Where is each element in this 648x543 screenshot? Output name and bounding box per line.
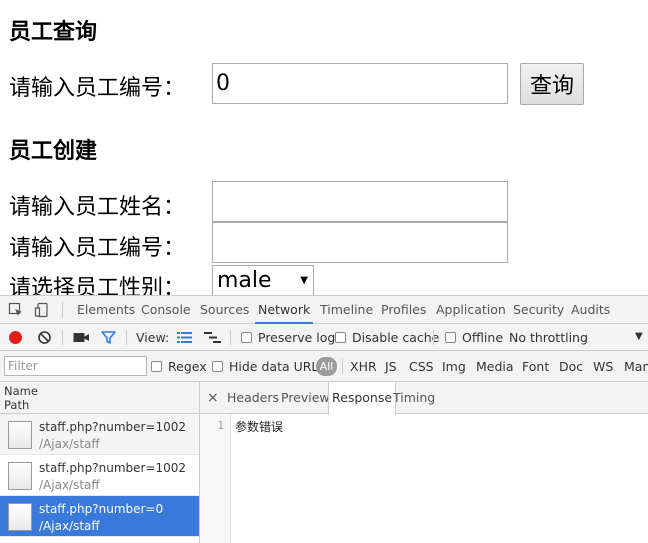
request-name: staff.php?number=0: [39, 502, 164, 516]
tab-timeline[interactable]: Timeline: [317, 296, 376, 324]
tab-elements[interactable]: Elements: [74, 296, 138, 324]
requests-column-header[interactable]: Name Path: [0, 382, 199, 414]
detail-tab-headers[interactable]: Headers: [224, 382, 282, 414]
devtools-panel: Elements Console Sources Network Timelin…: [0, 295, 648, 543]
clear-icon[interactable]: [37, 330, 52, 348]
preserve-log-checkbox[interactable]: [241, 332, 252, 343]
filter-type-ws[interactable]: WS: [593, 359, 613, 374]
filter-type-all[interactable]: All: [316, 357, 337, 376]
document-icon: [8, 462, 32, 490]
tab-sources[interactable]: Sources: [197, 296, 252, 324]
filter-separator: [342, 359, 343, 374]
throttling-select[interactable]: No throttling: [509, 330, 588, 345]
disable-cache-label: Disable cache: [352, 330, 440, 345]
document-icon: [8, 421, 32, 449]
record-icon[interactable]: [9, 331, 22, 344]
requests-list: Name Path staff.php?number=1002 /Ajax/st…: [0, 382, 200, 543]
offline-checkbox[interactable]: [445, 332, 456, 343]
inspect-element-icon[interactable]: [8, 302, 24, 318]
name-input[interactable]: [212, 181, 508, 222]
tab-separator: [62, 302, 63, 318]
filter-type-js[interactable]: JS: [385, 359, 397, 374]
dropdown-arrow-icon: ▼: [300, 275, 308, 286]
tab-network[interactable]: Network: [255, 296, 314, 324]
request-name: staff.php?number=1002: [39, 420, 187, 434]
create-number-input[interactable]: [212, 222, 508, 263]
gender-select[interactable]: male ▼: [212, 265, 314, 296]
regex-label: Regex: [168, 359, 207, 374]
query-number-label: 请输入员工编号：: [9, 76, 186, 101]
overview-icon[interactable]: [204, 331, 221, 347]
tab-console[interactable]: Console: [138, 296, 194, 324]
devtools-tab-bar: Elements Console Sources Network Timelin…: [0, 296, 648, 324]
filter-input[interactable]: [4, 356, 147, 376]
filter-icon[interactable]: [101, 330, 116, 348]
throttling-dropdown-icon[interactable]: ▼: [635, 331, 643, 342]
request-path: /Ajax/staff: [39, 478, 100, 492]
toolbar-separator: [62, 330, 63, 345]
regex-checkbox[interactable]: [151, 361, 162, 372]
response-body[interactable]: 参数错误: [235, 418, 283, 435]
disable-cache-checkbox[interactable]: [335, 332, 346, 343]
line-number: 1: [217, 419, 224, 432]
create-number-label: 请输入员工编号：: [9, 236, 186, 261]
capture-screenshots-icon[interactable]: [73, 331, 90, 347]
gender-label: 请选择员工性别：: [9, 276, 186, 296]
hide-data-urls-label: Hide data URLs: [229, 359, 325, 374]
name-label: 请输入员工姓名：: [9, 195, 186, 220]
filter-type-media[interactable]: Media: [476, 359, 514, 374]
filter-type-img[interactable]: Img: [442, 359, 466, 374]
query-heading: 员工查询: [9, 19, 98, 45]
device-toolbar-icon[interactable]: [34, 302, 50, 318]
request-path: /Ajax/staff: [39, 437, 100, 451]
tab-profiles[interactable]: Profiles: [378, 296, 429, 324]
toolbar-separator: [126, 330, 127, 345]
tab-audits[interactable]: Audits: [568, 296, 613, 324]
document-icon: [8, 503, 32, 531]
query-number-input[interactable]: [212, 63, 508, 104]
preserve-log-label: Preserve log: [258, 330, 336, 345]
detail-tab-response[interactable]: Response: [328, 382, 397, 415]
tab-security[interactable]: Security: [510, 296, 567, 324]
hide-data-urls-checkbox[interactable]: [212, 361, 223, 372]
view-label: View:: [136, 330, 170, 345]
request-row[interactable]: staff.php?number=1002 /Ajax/staff: [0, 414, 199, 455]
detail-tab-preview[interactable]: Preview: [278, 382, 333, 414]
toolbar-separator: [433, 330, 434, 345]
gender-selected-value: male: [217, 268, 272, 293]
web-page: 员工查询 请输入员工编号： 查询 员工创建 请输入员工姓名： 请输入员工编号： …: [0, 0, 648, 296]
request-row-selected[interactable]: staff.php?number=0 /Ajax/staff: [0, 496, 199, 537]
request-detail-pane: × Headers Preview Response Timing 1 参数错误: [200, 382, 648, 543]
request-path: /Ajax/staff: [39, 519, 100, 533]
offline-label: Offline: [462, 330, 504, 345]
filter-type-doc[interactable]: Doc: [559, 359, 583, 374]
detail-tab-timing[interactable]: Timing: [390, 382, 438, 414]
large-rows-icon[interactable]: [177, 331, 192, 347]
line-number-gutter: 1: [200, 414, 231, 543]
filter-bar: Regex Hide data URLs All XHR JS CSS Img …: [0, 351, 648, 382]
detail-tab-bar: × Headers Preview Response Timing: [200, 382, 648, 415]
filter-type-xhr[interactable]: XHR: [350, 359, 377, 374]
close-icon[interactable]: ×: [204, 382, 222, 414]
request-name: staff.php?number=1002: [39, 461, 187, 475]
network-toolbar: View: Preserve log Disable cache Offline…: [0, 324, 648, 351]
query-button[interactable]: 查询: [520, 63, 584, 105]
create-heading: 员工创建: [9, 138, 98, 164]
column-path-label: Path: [4, 398, 30, 412]
filter-type-css[interactable]: CSS: [409, 359, 434, 374]
filter-type-font[interactable]: Font: [522, 359, 549, 374]
toolbar-separator: [230, 330, 231, 345]
tab-application[interactable]: Application: [433, 296, 509, 324]
filter-type-manifest[interactable]: Man: [624, 359, 648, 374]
request-row[interactable]: staff.php?number=1002 /Ajax/staff: [0, 455, 199, 496]
column-name-label: Name: [4, 384, 38, 398]
